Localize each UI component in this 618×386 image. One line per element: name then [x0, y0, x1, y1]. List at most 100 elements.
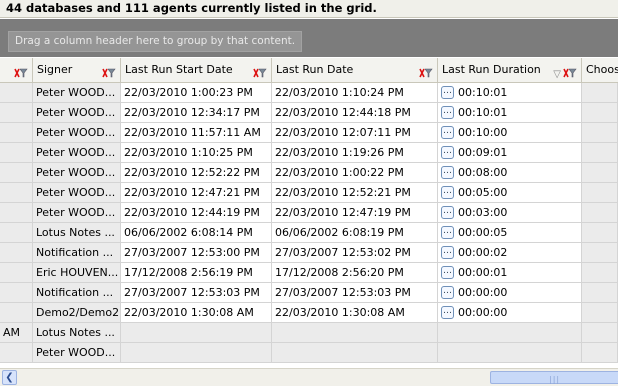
row-cell-choose[interactable]	[582, 343, 618, 363]
ellipsis-button-icon[interactable]: …	[441, 185, 454, 199]
horizontal-scrollbar[interactable]: ❮ |||	[0, 368, 618, 386]
row-cell-signer[interactable]: Peter WOOD...	[33, 343, 121, 363]
table-row[interactable]: Peter WOOD... 22/03/2010 1:00:23 PM 22/03/…	[0, 83, 618, 103]
row-cell-duration[interactable]: … 00:10:01	[438, 103, 582, 123]
row-cell-duration[interactable]: … 00:10:01	[438, 83, 582, 103]
row-cell-left[interactable]	[0, 203, 33, 223]
row-cell-last-run-date[interactable]: 22/03/2010 12:44:18 PM	[272, 103, 438, 123]
table-row[interactable]: Peter WOOD... 22/03/2010 12:34:17 PM 22/03…	[0, 103, 618, 123]
filter-clear-icon[interactable]	[102, 64, 116, 82]
row-cell-duration[interactable]	[438, 323, 582, 343]
row-cell-start-date[interactable]: 22/03/2010 12:52:22 PM	[121, 163, 272, 183]
row-cell-choose[interactable]	[582, 83, 618, 103]
filter-clear-icon[interactable]	[563, 64, 577, 82]
row-cell-last-run-date[interactable]	[272, 323, 438, 343]
row-cell-start-date[interactable]: 22/03/2010 1:30:08 AM	[121, 303, 272, 323]
row-cell-start-date[interactable]: 22/03/2010 11:57:11 AM	[121, 123, 272, 143]
row-cell-signer[interactable]: Peter WOOD...	[33, 83, 121, 103]
row-cell-duration[interactable]: … 00:08:00	[438, 163, 582, 183]
row-cell-choose[interactable]	[582, 163, 618, 183]
ellipsis-button-icon[interactable]: …	[441, 245, 454, 259]
row-cell-start-date[interactable]: 22/03/2010 1:10:25 PM	[121, 143, 272, 163]
row-cell-duration[interactable]: … 00:00:05	[438, 223, 582, 243]
ellipsis-button-icon[interactable]: …	[441, 125, 454, 139]
column-header-choose[interactable]: Choos	[582, 58, 618, 83]
row-cell-signer[interactable]: Notification ...	[33, 283, 121, 303]
row-cell-duration[interactable]: … 00:05:00	[438, 183, 582, 203]
row-cell-last-run-date[interactable]: 22/03/2010 1:30:08 AM	[272, 303, 438, 323]
row-cell-choose[interactable]	[582, 183, 618, 203]
row-cell-left[interactable]	[0, 123, 33, 143]
row-cell-choose[interactable]	[582, 103, 618, 123]
row-cell-signer[interactable]: Lotus Notes ...	[33, 323, 121, 343]
row-cell-duration[interactable]: … 00:00:00	[438, 283, 582, 303]
row-cell-signer[interactable]: Peter WOOD...	[33, 103, 121, 123]
row-cell-last-run-date[interactable]: 27/03/2007 12:53:03 PM	[272, 283, 438, 303]
row-cell-left[interactable]: AM	[0, 323, 33, 343]
row-cell-start-date[interactable]: 22/03/2010 12:47:21 PM	[121, 183, 272, 203]
row-cell-last-run-date[interactable]: 06/06/2002 6:08:19 PM	[272, 223, 438, 243]
row-cell-last-run-date[interactable]: 22/03/2010 12:52:21 PM	[272, 183, 438, 203]
row-cell-choose[interactable]	[582, 203, 618, 223]
row-cell-signer[interactable]: Peter WOOD...	[33, 163, 121, 183]
row-cell-start-date[interactable]: 22/03/2010 12:44:19 PM	[121, 203, 272, 223]
filter-clear-icon[interactable]	[419, 64, 433, 82]
ellipsis-button-icon[interactable]: …	[441, 205, 454, 219]
column-header-last-run-start-date[interactable]: Last Run Start Date	[121, 58, 272, 83]
scroll-left-arrow-icon[interactable]: ❮	[2, 370, 17, 385]
row-cell-start-date[interactable]: 27/03/2007 12:53:00 PM	[121, 243, 272, 263]
row-cell-duration[interactable]	[438, 343, 582, 363]
table-row[interactable]: Lotus Notes ... 06/06/2002 6:08:14 PM 06/0…	[0, 223, 618, 243]
row-cell-last-run-date[interactable]: 17/12/2008 2:56:20 PM	[272, 263, 438, 283]
row-cell-signer[interactable]: Peter WOOD...	[33, 143, 121, 163]
table-row[interactable]: Peter WOOD... 22/03/2010 1:10:25 PM 22/03/…	[0, 143, 618, 163]
table-row[interactable]: Peter WOOD... 22/03/2010 12:44:19 PM 22/03…	[0, 203, 618, 223]
row-cell-choose[interactable]	[582, 323, 618, 343]
row-cell-duration[interactable]: … 00:03:00	[438, 203, 582, 223]
row-cell-start-date[interactable]: 17/12/2008 2:56:19 PM	[121, 263, 272, 283]
row-cell-signer[interactable]: Lotus Notes ...	[33, 223, 121, 243]
table-row[interactable]: Peter WOOD... 22/03/2010 12:47:21 PM 22/03…	[0, 183, 618, 203]
column-header-last-run-date[interactable]: Last Run Date	[272, 58, 438, 83]
table-row[interactable]: Notification ... 27/03/2007 12:53:03 PM 27…	[0, 283, 618, 303]
row-cell-signer[interactable]: Demo2/Demo2	[33, 303, 121, 323]
row-cell-last-run-date[interactable]: 22/03/2010 12:07:11 PM	[272, 123, 438, 143]
filter-clear-icon[interactable]	[253, 64, 267, 82]
row-cell-last-run-date[interactable]	[272, 343, 438, 363]
row-cell-start-date[interactable]: 06/06/2002 6:08:14 PM	[121, 223, 272, 243]
row-cell-signer[interactable]: Eric HOUVEN...	[33, 263, 121, 283]
row-cell-duration[interactable]: … 00:00:00	[438, 303, 582, 323]
row-cell-last-run-date[interactable]: 22/03/2010 1:10:24 PM	[272, 83, 438, 103]
row-cell-last-run-date[interactable]: 22/03/2010 12:47:19 PM	[272, 203, 438, 223]
row-cell-left[interactable]	[0, 83, 33, 103]
row-cell-last-run-date[interactable]: 27/03/2007 12:53:02 PM	[272, 243, 438, 263]
table-row[interactable]: Peter WOOD... 22/03/2010 11:57:11 AM 22/03…	[0, 123, 618, 143]
row-cell-signer[interactable]: Peter WOOD...	[33, 203, 121, 223]
ellipsis-button-icon[interactable]: …	[441, 265, 454, 279]
row-cell-last-run-date[interactable]: 22/03/2010 1:00:22 PM	[272, 163, 438, 183]
column-header-truncated[interactable]	[0, 58, 33, 83]
row-cell-choose[interactable]	[582, 223, 618, 243]
scrollbar-thumb[interactable]: |||	[490, 371, 618, 384]
row-cell-choose[interactable]	[582, 303, 618, 323]
ellipsis-button-icon[interactable]: …	[441, 145, 454, 159]
row-cell-left[interactable]	[0, 223, 33, 243]
group-by-panel[interactable]: Drag a column header here to group by th…	[0, 19, 618, 57]
row-cell-duration[interactable]: … 00:00:01	[438, 263, 582, 283]
row-cell-start-date[interactable]	[121, 323, 272, 343]
row-cell-left[interactable]	[0, 343, 33, 363]
table-row[interactable]: Demo2/Demo2 22/03/2010 1:30:08 AM 22/03/20…	[0, 303, 618, 323]
ellipsis-button-icon[interactable]: …	[441, 225, 454, 239]
row-cell-choose[interactable]	[582, 283, 618, 303]
row-cell-duration[interactable]: … 00:00:02	[438, 243, 582, 263]
table-row[interactable]: AM Lotus Notes ...	[0, 323, 618, 343]
row-cell-signer[interactable]: Peter WOOD...	[33, 123, 121, 143]
row-cell-left[interactable]	[0, 143, 33, 163]
table-row[interactable]: Peter WOOD...	[0, 343, 618, 363]
ellipsis-button-icon[interactable]: …	[441, 85, 454, 99]
row-cell-left[interactable]	[0, 243, 33, 263]
row-cell-choose[interactable]	[582, 263, 618, 283]
row-cell-left[interactable]	[0, 183, 33, 203]
row-cell-duration[interactable]: … 00:10:00	[438, 123, 582, 143]
ellipsis-button-icon[interactable]: …	[441, 285, 454, 299]
